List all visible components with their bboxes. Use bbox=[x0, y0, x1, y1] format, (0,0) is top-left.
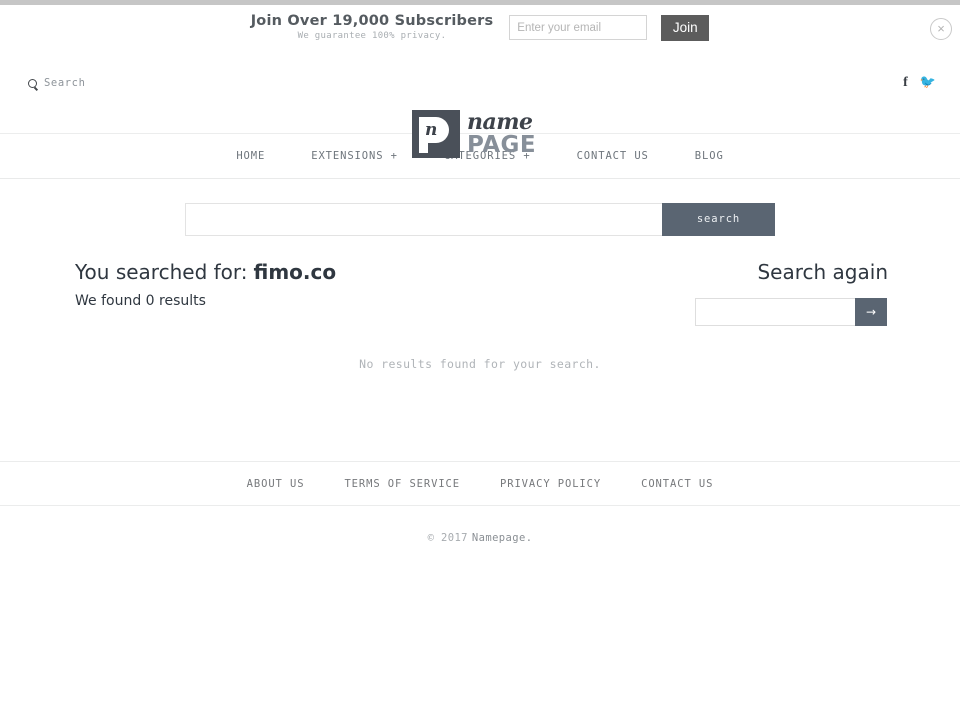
search-input[interactable] bbox=[185, 202, 662, 236]
search-form: search bbox=[185, 202, 775, 236]
twitter-icon[interactable]: 🐦 bbox=[920, 76, 936, 90]
site-logo[interactable]: n name PAGE bbox=[412, 108, 548, 160]
site-header: Search n name PAGE f 🐦 bbox=[0, 50, 960, 158]
search-again-widget: Search again → bbox=[695, 259, 888, 326]
search-query-term: fimo.co bbox=[253, 260, 337, 284]
search-again-form: → bbox=[695, 298, 888, 326]
social-links: f 🐦 bbox=[903, 76, 936, 90]
results-count-line: We found 0 results bbox=[75, 293, 206, 309]
optin-subline: We guarantee 100% privacy. bbox=[297, 30, 447, 41]
nav-item-extensions[interactable]: EXTENSIONS + bbox=[288, 150, 421, 162]
copyright-year: © 2017 bbox=[427, 532, 468, 544]
footer-link-privacy-policy[interactable]: PRIVACY POLICY bbox=[480, 478, 621, 490]
search-again-submit-button[interactable]: → bbox=[855, 298, 887, 326]
optin-text-block: Join Over 19,000 Subscribers We guarante… bbox=[251, 13, 496, 43]
search-bar-zone: search bbox=[0, 179, 960, 259]
optin-bar: Join Over 19,000 Subscribers We guarante… bbox=[0, 5, 960, 50]
footer-link-terms-of-service[interactable]: TERMS OF SERVICE bbox=[324, 478, 480, 490]
nav-item-contact-us[interactable]: CONTACT US bbox=[554, 150, 672, 162]
header-search-toggle[interactable]: Search bbox=[28, 77, 86, 89]
search-icon bbox=[28, 78, 37, 88]
logo-word-page: PAGE bbox=[467, 132, 537, 158]
search-results-content: You searched for: fimo.co We found 0 resu… bbox=[0, 259, 960, 461]
copyright-brand: Namepage. bbox=[471, 532, 533, 544]
nav-item-blog[interactable]: BLOG bbox=[672, 150, 747, 162]
logo-wordmark: name PAGE bbox=[467, 111, 536, 157]
logo-word-name: name bbox=[467, 109, 533, 135]
search-submit-button[interactable]: search bbox=[662, 202, 775, 236]
searched-for-line: You searched for: fimo.co bbox=[75, 259, 336, 285]
optin-headline: Join Over 19,000 Subscribers bbox=[250, 12, 494, 29]
optin-email-input[interactable] bbox=[509, 15, 648, 40]
header-search-label: Search bbox=[44, 77, 86, 89]
optin-join-button[interactable]: Join bbox=[661, 14, 710, 41]
copyright-line: © 2017 Namepage. bbox=[0, 506, 960, 570]
search-again-title: Search again bbox=[757, 260, 888, 284]
facebook-icon[interactable]: f bbox=[903, 76, 908, 90]
close-icon[interactable]: × bbox=[930, 18, 952, 40]
searched-for-prefix: You searched for: bbox=[75, 260, 248, 284]
search-again-input[interactable] bbox=[695, 298, 855, 326]
footer-link-about-us[interactable]: ABOUT US bbox=[227, 478, 325, 490]
footer-navigation: ABOUT US TERMS OF SERVICE PRIVACY POLICY… bbox=[0, 461, 960, 506]
no-results-message: No results found for your search. bbox=[359, 357, 601, 371]
nav-item-home[interactable]: HOME bbox=[213, 150, 288, 162]
results-header: You searched for: fimo.co We found 0 resu… bbox=[75, 259, 336, 309]
logo-mark-letter: n bbox=[425, 120, 438, 140]
logo-mark-icon: n bbox=[412, 110, 460, 158]
optin-inner: Join Over 19,000 Subscribers We guarante… bbox=[251, 13, 710, 43]
footer-link-contact-us[interactable]: CONTACT US bbox=[621, 478, 733, 490]
